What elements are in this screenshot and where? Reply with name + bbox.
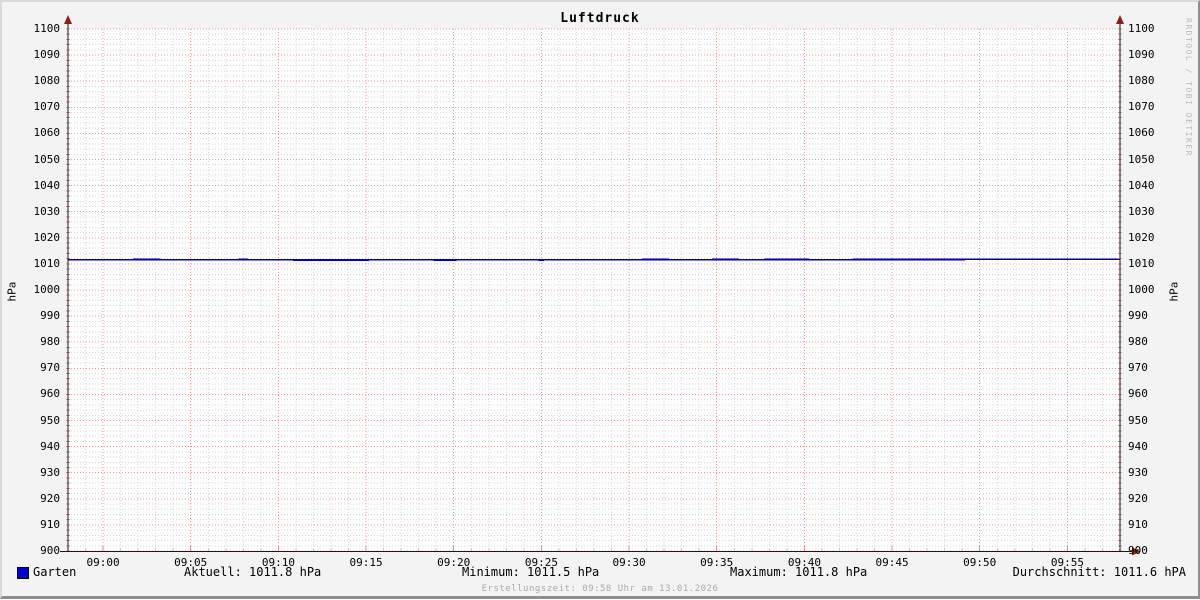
rrdtool-watermark: RRDTOOL / TOBI OETIKER [1184,18,1193,157]
y-tick-label: 1010 [1128,256,1155,270]
creation-timestamp: Erstellungszeit: 09:58 Uhr am 13.01.2026 [481,584,719,594]
y-tick-label: 1060 [1128,126,1155,140]
y-tick-label: 1080 [33,74,61,88]
y-axis-label-left: hPa [5,281,19,302]
pressure-chart-svg [60,15,1141,556]
y-tick-label: 1070 [33,100,61,114]
y-tick-label: 960 [1128,387,1148,401]
y-tick-label: 930 [40,465,60,479]
y-tick-label: 1070 [1128,100,1155,114]
rrdtool-graph-image: Luftdruck 900 910 920 930 940 950 960 970 980 990… [0,0,1200,599]
stat-maximum: Maximum: 1011.8 hPa [730,565,868,579]
y-tick-label: 1060 [33,126,61,140]
y-tick-label: 950 [40,413,60,427]
y-tick-label: 970 [1128,361,1148,375]
y-tick-label: 1020 [33,230,61,244]
x-tick-label: 09:50 [963,556,997,569]
stat-current: Aktuell: 1011.8 hPa [184,565,322,579]
y-tick-label: 1100 [33,22,61,35]
y-tick-label: 1030 [1128,204,1155,218]
y-tick-label: 990 [40,309,60,323]
y-tick-label: 940 [1128,439,1148,453]
y-tick-label: 1090 [33,48,61,62]
y-tick-label: 1050 [33,152,61,166]
y-tick-label: 960 [40,387,60,401]
y-tick-label: 1090 [1128,48,1155,62]
y-tick-label: 1020 [1128,230,1155,244]
series-line-garten [68,258,1120,261]
y-tick-label: 1030 [33,204,61,218]
legend-series-label: Garten [33,565,77,579]
y-tick-label: 910 [1128,517,1148,531]
y-tick-label: 920 [40,491,60,505]
y-tick-label: 1040 [33,178,61,192]
x-tick-label: 09:00 [86,556,120,569]
x-tick-label: 09:45 [875,556,909,569]
y-axis-label-right: hPa [1167,281,1181,302]
y-tick-label: 1010 [33,256,61,270]
y-tick-label: 1050 [1128,152,1155,166]
y-tick-label: 970 [40,361,60,375]
series-color-swatch [17,567,29,579]
y-tick-label: 900 [1128,544,1148,557]
y-tick-label: 920 [1128,491,1148,505]
stat-minimum: Minimum: 1011.5 hPa [462,565,600,579]
y-tick-label: 1080 [1128,74,1155,88]
y-tick-label: 900 [40,544,60,557]
y-tick-label: 980 [40,335,60,349]
y-tick-label: 990 [1128,309,1148,323]
y-tick-label: 910 [40,517,60,531]
y-tick-label: 940 [40,439,60,453]
y-tick-label: 1100 [1128,22,1155,35]
x-tick-label: 09:15 [349,556,383,569]
x-tick-label: 09:30 [612,556,646,569]
stat-average: Durchschnitt: 1011.6 hPA [1012,565,1186,579]
y-tick-label: 930 [1128,465,1148,479]
y-tick-label: 950 [1128,413,1148,427]
y-tick-label: 1040 [1128,178,1155,192]
y-tick-label: 980 [1128,335,1148,349]
